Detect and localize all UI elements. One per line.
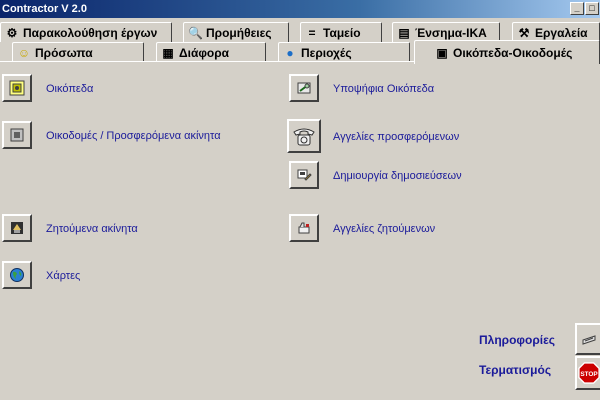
stop-sign-icon: STOP bbox=[578, 362, 600, 384]
tab-label: Παρακολούθηση έργων bbox=[23, 25, 158, 40]
globe-icon bbox=[10, 268, 24, 282]
tab-label: Ένσημα-ΙΚΑ bbox=[415, 25, 487, 40]
requested-properties-button[interactable] bbox=[2, 214, 32, 242]
create-publications-button[interactable] bbox=[289, 161, 319, 189]
candidate-plots-label[interactable]: Υποψήφια Οικόπεδα bbox=[333, 82, 434, 96]
document-icon: ▤ bbox=[398, 25, 410, 40]
tab-project-tracking[interactable]: ⚙ Παρακολούθηση έργων bbox=[0, 22, 172, 42]
window-title: Contractor V 2.0 bbox=[2, 3, 87, 15]
publish-icon bbox=[297, 169, 312, 181]
request-icon bbox=[11, 222, 23, 234]
tab-label: Περιοχές bbox=[301, 45, 352, 60]
tab-regions[interactable]: ● Περιοχές bbox=[278, 42, 410, 62]
maps-label[interactable]: Χάρτες bbox=[46, 269, 80, 283]
tab-misc[interactable]: ▦ Διάφορα bbox=[156, 42, 266, 62]
cash-register-icon: = bbox=[308, 25, 316, 40]
info-label[interactable]: Πληροφορίες bbox=[479, 333, 555, 347]
window-titlebar: Contractor V 2.0 _ □ bbox=[0, 0, 600, 18]
globe-icon: ● bbox=[286, 45, 294, 60]
tab-plots-buildings[interactable]: ▣ Οικόπεδα-Οικοδομές bbox=[414, 40, 600, 64]
buildings-offered-button[interactable] bbox=[2, 121, 32, 149]
requested-properties-label[interactable]: Ζητούμενα ακίνητα bbox=[46, 222, 138, 236]
buildings-offered-label[interactable]: Οικοδομές / Προσφερόμενα ακίνητα bbox=[46, 129, 221, 143]
tab-label: Οικόπεδα-Οικοδομές bbox=[453, 45, 573, 60]
book-icon: ▣ bbox=[436, 45, 448, 60]
tab-label: Προμήθειες bbox=[206, 25, 272, 40]
candidate-icon bbox=[297, 82, 311, 94]
stop-text: STOP bbox=[580, 371, 598, 378]
info-icon bbox=[582, 335, 596, 345]
offered-ads-label[interactable]: Αγγελίες προσφερόμενων bbox=[333, 130, 459, 144]
ads-icon bbox=[298, 222, 310, 234]
tab-label: Διάφορα bbox=[179, 45, 230, 60]
exit-button[interactable]: STOP bbox=[575, 356, 600, 390]
plot-icon bbox=[9, 80, 25, 96]
requested-ads-label[interactable]: Αγγελίες ζητούμενων bbox=[333, 222, 435, 236]
tools-icon: ⚒ bbox=[518, 25, 530, 40]
tab-label: Πρόσωπα bbox=[35, 45, 93, 60]
tab-row-top: ⚙ Παρακολούθηση έργων 🔍 Προμήθειες = Ταμ… bbox=[0, 22, 600, 42]
maximize-button[interactable]: □ bbox=[585, 2, 599, 15]
create-publications-label[interactable]: Δημιουργία δημοσιεύσεων bbox=[333, 169, 462, 183]
telephone-icon bbox=[293, 128, 315, 146]
offered-ads-button[interactable] bbox=[287, 119, 321, 153]
tab-supplies[interactable]: 🔍 Προμήθειες bbox=[183, 22, 289, 42]
gear-icon: ⚙ bbox=[6, 25, 18, 40]
plots-button[interactable] bbox=[2, 74, 32, 102]
grid-icon: ▦ bbox=[162, 45, 174, 60]
minimize-button[interactable]: _ bbox=[570, 2, 584, 15]
tab-label: Εργαλεία bbox=[535, 25, 588, 40]
tab-tools[interactable]: ⚒ Εργαλεία bbox=[512, 22, 600, 42]
requested-ads-button[interactable] bbox=[289, 214, 319, 242]
plots-label[interactable]: Οικόπεδα bbox=[46, 82, 93, 96]
tab-ika[interactable]: ▤ Ένσημα-ΙΚΑ bbox=[392, 22, 500, 42]
candidate-plots-button[interactable] bbox=[289, 74, 319, 102]
tab-label: Ταμείο bbox=[323, 25, 361, 40]
exit-label[interactable]: Τερματισμός bbox=[479, 363, 551, 377]
tab-row-bottom: ☺ Πρόσωπα ▦ Διάφορα ● Περιοχές ▣ Οικόπεδ… bbox=[0, 40, 600, 64]
maps-button[interactable] bbox=[2, 261, 32, 289]
info-button[interactable] bbox=[575, 323, 600, 355]
magnifier-icon: 🔍 bbox=[188, 25, 203, 40]
tab-persons[interactable]: ☺ Πρόσωπα bbox=[12, 42, 144, 62]
building-icon bbox=[10, 128, 24, 142]
tab-cashier[interactable]: = Ταμείο bbox=[300, 22, 382, 42]
smiley-icon: ☺ bbox=[17, 45, 31, 60]
